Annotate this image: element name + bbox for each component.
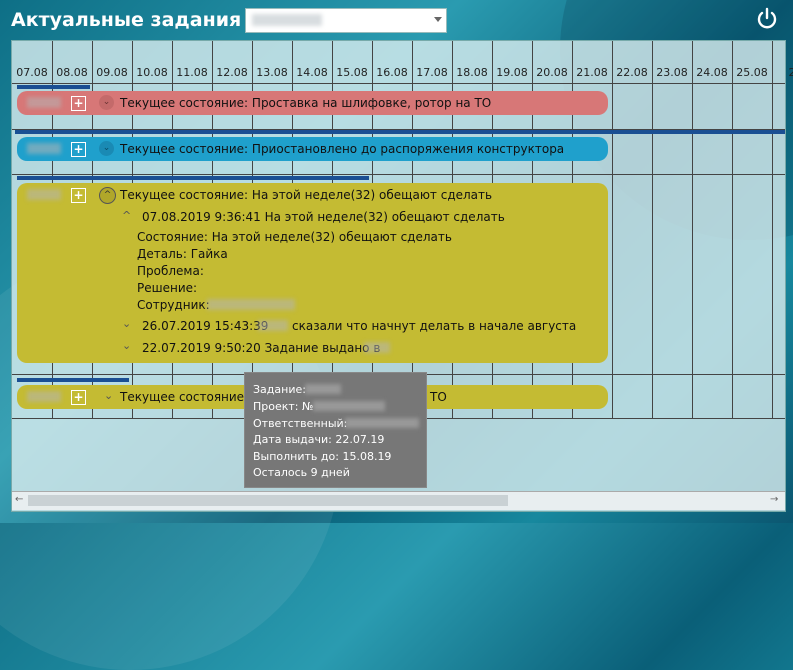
tooltip-remaining: Осталось 9 дней (253, 466, 350, 479)
date-column-header: 14.08 (296, 66, 328, 79)
tooltip-task-value (305, 384, 341, 394)
selected-employee (252, 14, 322, 26)
detail-solution: Решение: (137, 281, 198, 295)
date-column-header: 21.08 (576, 66, 608, 79)
date-column-header: 15.08 (336, 66, 368, 79)
grid-line (732, 41, 733, 419)
progress-separator (15, 130, 785, 134)
plus-icon[interactable]: + (71, 188, 86, 203)
task-state: Текущее состояние: (120, 390, 249, 404)
task-state: Текущее состояние: На этой неделе(32) об… (120, 188, 493, 202)
task-id (27, 143, 61, 154)
detail-state: Состояние: На этой неделе(32) обещают сд… (137, 230, 452, 244)
date-column-header: 17.08 (416, 66, 448, 79)
grid-line (652, 41, 653, 419)
grid-line (612, 41, 613, 419)
history-entry: 22.07.2019 9:50:20 Задание выдано в (142, 341, 381, 355)
tooltip-project: Проект: № (253, 400, 314, 413)
date-column-header: 19.08 (496, 66, 528, 79)
progress-separator (17, 378, 129, 382)
scroll-left-icon[interactable]: ← (15, 494, 23, 505)
date-column-header: 22.08 (616, 66, 648, 79)
history-author (258, 320, 288, 331)
plus-icon[interactable]: + (71, 390, 86, 405)
chevron-down-icon[interactable]: ⌄ (99, 95, 114, 110)
chevron-down-icon[interactable]: ⌄ (122, 339, 131, 352)
employee-name (207, 299, 295, 310)
date-column-header: 23.08 (656, 66, 688, 79)
history-target (364, 342, 390, 353)
tooltip-project-value (313, 401, 385, 411)
history-entry: 07.08.2019 9:36:41 На этой неделе(32) об… (142, 210, 505, 224)
date-column-header: 08.08 (56, 66, 88, 79)
history-entry-text: сказали что начнут делать в начале авгус… (292, 319, 577, 333)
tooltip-responsible: Ответственный: (253, 417, 348, 430)
plus-icon[interactable]: + (71, 96, 86, 111)
employee-select[interactable] (245, 8, 447, 33)
date-column-header: 13.08 (256, 66, 288, 79)
grid-line (772, 41, 773, 419)
tooltip-due-date: Выполнить до: 15.08.19 (253, 450, 392, 463)
scroll-thumb[interactable] (28, 495, 508, 506)
date-column-header: 07.08 (16, 66, 48, 79)
date-column-header: 12.08 (216, 66, 248, 79)
horizontal-scrollbar[interactable]: ← → (12, 491, 785, 510)
detail-employee: Сотрудник: (137, 298, 210, 312)
chevron-down-icon (434, 17, 442, 22)
grid-line (692, 41, 693, 419)
date-column-header: 20.08 (536, 66, 568, 79)
date-column-header: 10.08 (136, 66, 168, 79)
power-icon[interactable] (756, 7, 778, 29)
date-column-header: 18.08 (456, 66, 488, 79)
progress-separator (17, 176, 369, 180)
history-entry: 26.07.2019 15:43:39 (142, 319, 269, 333)
chevron-down-icon[interactable]: ⌄ (99, 141, 114, 156)
grid-row-line (12, 83, 785, 84)
chevron-down-icon[interactable]: ⌄ (122, 317, 131, 330)
progress-separator (17, 85, 90, 89)
tooltip-responsible-value (345, 418, 419, 428)
detail-part: Деталь: Гайка (137, 247, 228, 261)
task-state: Текущее состояние: Проставка на шлифовке… (120, 96, 492, 110)
tooltip-task: Задание: (253, 383, 306, 396)
task-state-end: ТО (430, 390, 447, 404)
chevron-up-icon[interactable]: ^ (99, 187, 116, 204)
task-id (27, 97, 61, 108)
chevron-up-icon[interactable]: ^ (122, 209, 131, 222)
date-column-header: 24.08 (696, 66, 728, 79)
tooltip-issue-date: Дата выдачи: 22.07.19 (253, 433, 385, 446)
chevron-down-icon[interactable]: ⌄ (104, 389, 113, 402)
task-state: Текущее состояние: Приостановлено до рас… (120, 142, 565, 156)
page-title: Актуальные задания (11, 9, 242, 31)
date-column-header: 11.08 (176, 66, 208, 79)
task-id (27, 189, 61, 200)
grid-row-line (12, 174, 785, 175)
task-tooltip: Задание: Проект: № Ответственный: Дата в… (244, 372, 427, 488)
date-column-header: 16.08 (376, 66, 408, 79)
date-column-header: 2 (788, 66, 793, 79)
date-column-header: 09.08 (96, 66, 128, 79)
detail-problem: Проблема: (137, 264, 204, 278)
date-column-header: 25.08 (736, 66, 768, 79)
plus-icon[interactable]: + (71, 142, 86, 157)
scroll-right-icon[interactable]: → (770, 494, 778, 505)
task-id (27, 391, 61, 402)
